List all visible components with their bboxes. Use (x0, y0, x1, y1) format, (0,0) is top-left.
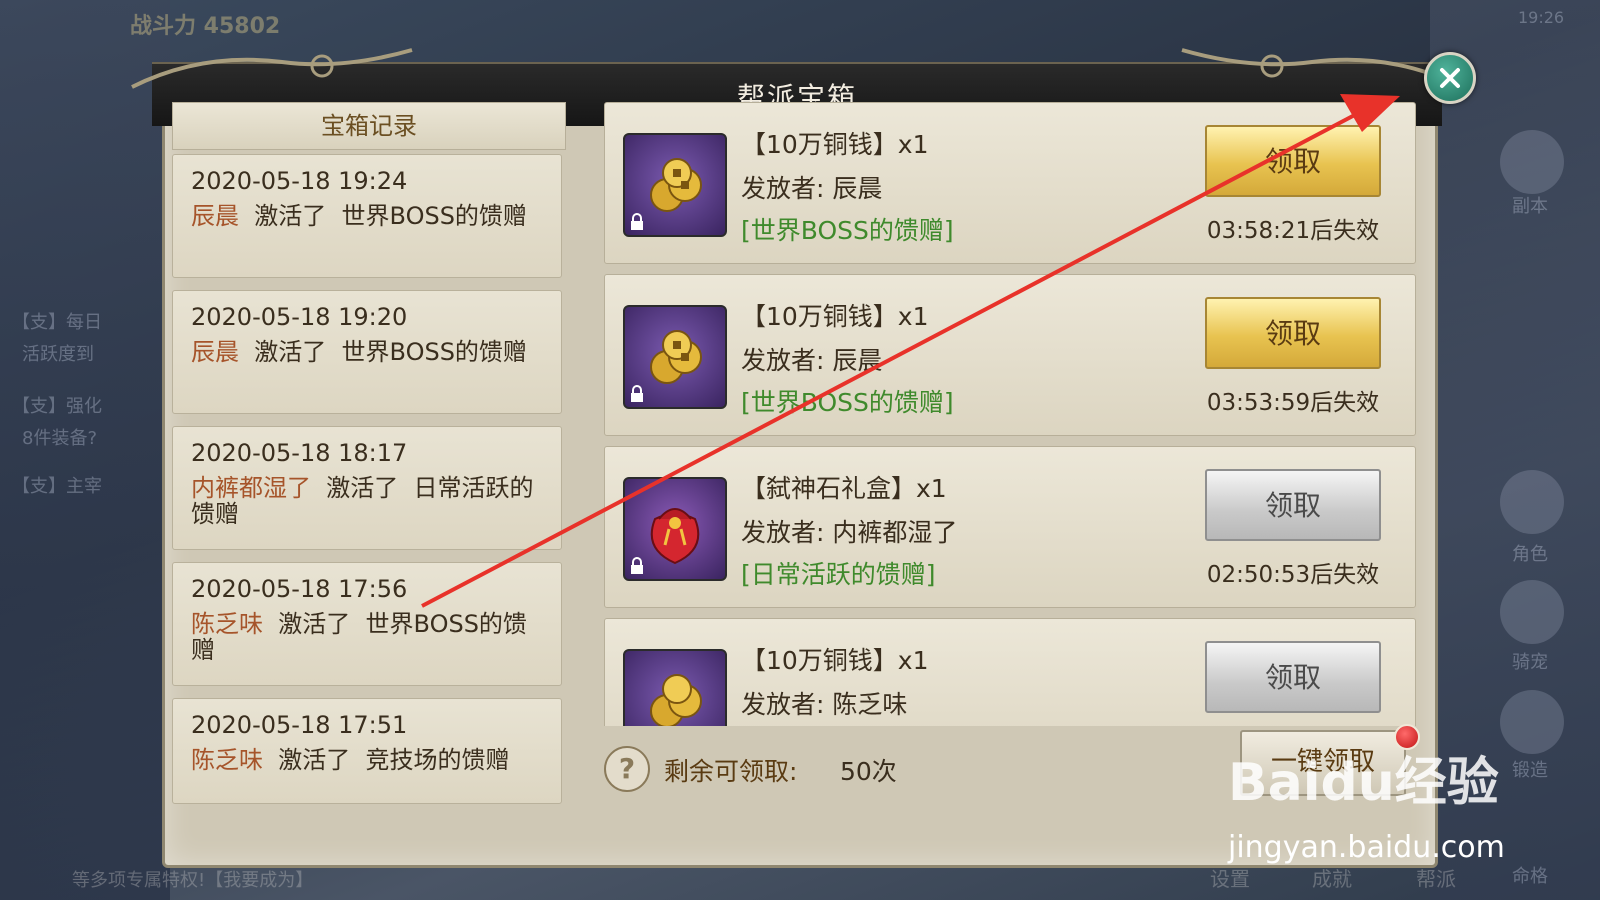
remaining-claims-value: 50次 (840, 757, 897, 786)
gift-bag-icon[interactable] (623, 477, 727, 581)
reward-source: [世界BOSS的馈赠] (741, 216, 954, 245)
record-item: 2020-05-18 17:56 陈乏味 激活了 世界BOSS的馈赠 (172, 562, 562, 686)
coins-icon[interactable] (623, 649, 727, 726)
record-player: 内裤都湿了 (191, 474, 311, 502)
claim-button[interactable]: 领取 (1205, 641, 1381, 713)
record-item: 2020-05-18 18:17 内裤都湿了 激活了 日常活跃的馈赠 (172, 426, 562, 550)
vip-banner[interactable]: 等多项专属特权!【我要成为】 (72, 866, 313, 892)
character-label: 角色 (1512, 544, 1548, 565)
mount-icon[interactable] (1500, 580, 1564, 644)
quest-text: 【支】强化 (12, 396, 102, 417)
record-item: 2020-05-18 17:51 陈乏味 激活了 竞技场的馈赠 (172, 698, 562, 804)
record-gift: 世界BOSS的馈赠 (341, 202, 527, 230)
watermark-brand: Baidu经验 (1228, 753, 1499, 813)
watermark-url: jingyan.baidu.com (1228, 830, 1505, 865)
record-date: 2020-05-18 19:24 (191, 167, 408, 195)
reward-expire-time: 02:50:53后失效 (1206, 562, 1380, 588)
dungeon-label: 副本 (1512, 196, 1548, 217)
record-player: 陈乏味 (191, 746, 263, 774)
reward-name: 【10万铜钱】x1 (741, 130, 929, 159)
record-action: 激活了 (254, 338, 327, 366)
coins-icon-art (650, 674, 702, 726)
reward-giver: 发放者: 辰晨 (741, 174, 883, 203)
quest-text: 8件装备? (22, 428, 98, 449)
help-icon[interactable]: ? (604, 746, 650, 792)
record-gift: 世界BOSS的馈赠 (341, 338, 527, 366)
reward-card: 【弑神石礼盒】x1 发放者: 内裤都湿了 [日常活跃的馈赠] 领取 02:50:… (604, 446, 1416, 608)
reward-source: [世界BOSS的馈赠] (741, 388, 954, 417)
remaining-claims-label: 剩余可领取: (664, 757, 798, 786)
background-left-hud (0, 0, 170, 900)
reward-list: 【10万铜钱】x1 发放者: 辰晨 [世界BOSS的馈赠] 领取 03:58:2… (604, 102, 1416, 726)
character-icon[interactable] (1500, 470, 1564, 534)
lock-icon (631, 385, 643, 402)
reward-giver: 发放者: 内裤都湿了 (741, 518, 958, 547)
forge-icon[interactable] (1500, 690, 1564, 754)
record-action: 激活了 (326, 474, 399, 502)
reward-card: 【10万铜钱】x1 发放者: 辰晨 [世界BOSS的馈赠] 领取 03:58:2… (604, 102, 1416, 264)
record-player: 辰晨 (191, 338, 239, 366)
clock: 19:26 (1518, 8, 1565, 27)
record-gift: 竞技场的馈赠 (365, 746, 510, 774)
claim-button[interactable]: 领取 (1205, 297, 1381, 369)
record-player: 辰晨 (191, 202, 239, 230)
record-date: 2020-05-18 17:56 (191, 575, 408, 603)
reward-name: 【10万铜钱】x1 (741, 646, 929, 675)
reward-giver: 发放者: 辰晨 (741, 346, 883, 375)
reward-name: 【10万铜钱】x1 (741, 302, 929, 331)
record-date: 2020-05-18 18:17 (191, 439, 408, 467)
reward-expire-time: 03:58:21后失效 (1206, 218, 1380, 244)
mount-label: 骑宠 (1512, 652, 1548, 673)
coins-icon[interactable] (623, 133, 727, 237)
close-icon (1440, 68, 1460, 88)
record-date: 2020-05-18 17:51 (191, 711, 408, 739)
record-date: 2020-05-18 19:20 (191, 303, 408, 331)
quest-text: 活跃度到 (22, 344, 94, 365)
record-action: 激活了 (254, 202, 327, 230)
record-item: 2020-05-18 19:24 辰晨 激活了 世界BOSS的馈赠 (172, 154, 562, 278)
claim-button[interactable]: 领取 (1205, 469, 1381, 541)
lock-icon (631, 213, 643, 230)
reward-card: 【10万铜钱】x1 发放者: 陈乏味 领取 (604, 618, 1416, 726)
lock-icon (631, 557, 643, 574)
chest-records-list: 宝箱记录 2020-05-18 19:24 辰晨 激活了 世界BOSS的馈赠 2… (172, 102, 566, 816)
record-player: 陈乏味 (191, 610, 263, 638)
reward-giver: 发放者: 陈乏味 (741, 690, 908, 719)
reward-expire-time: 03:53:59后失效 (1206, 390, 1380, 416)
fate-label: 命格 (1512, 866, 1548, 887)
dungeon-icon[interactable] (1500, 130, 1564, 194)
record-action: 激活了 (278, 746, 351, 774)
power-rating: 战斗力 45802 (130, 14, 281, 39)
reward-name: 【弑神石礼盒】x1 (741, 474, 947, 503)
record-action: 激活了 (278, 610, 351, 638)
records-header: 宝箱记录 (172, 102, 566, 150)
reward-source: [日常活跃的馈赠] (741, 560, 936, 589)
coins-icon[interactable] (623, 305, 727, 409)
record-item: 2020-05-18 19:20 辰晨 激活了 世界BOSS的馈赠 (172, 290, 562, 414)
quest-text: 【支】每日 (12, 312, 102, 333)
quest-text: 【支】主宰 (12, 476, 102, 497)
forge-label: 锻造 (1512, 760, 1548, 781)
reward-card: 【10万铜钱】x1 发放者: 辰晨 [世界BOSS的馈赠] 领取 03:53:5… (604, 274, 1416, 436)
close-button[interactable] (1424, 52, 1476, 104)
claim-button[interactable]: 领取 (1205, 125, 1381, 197)
